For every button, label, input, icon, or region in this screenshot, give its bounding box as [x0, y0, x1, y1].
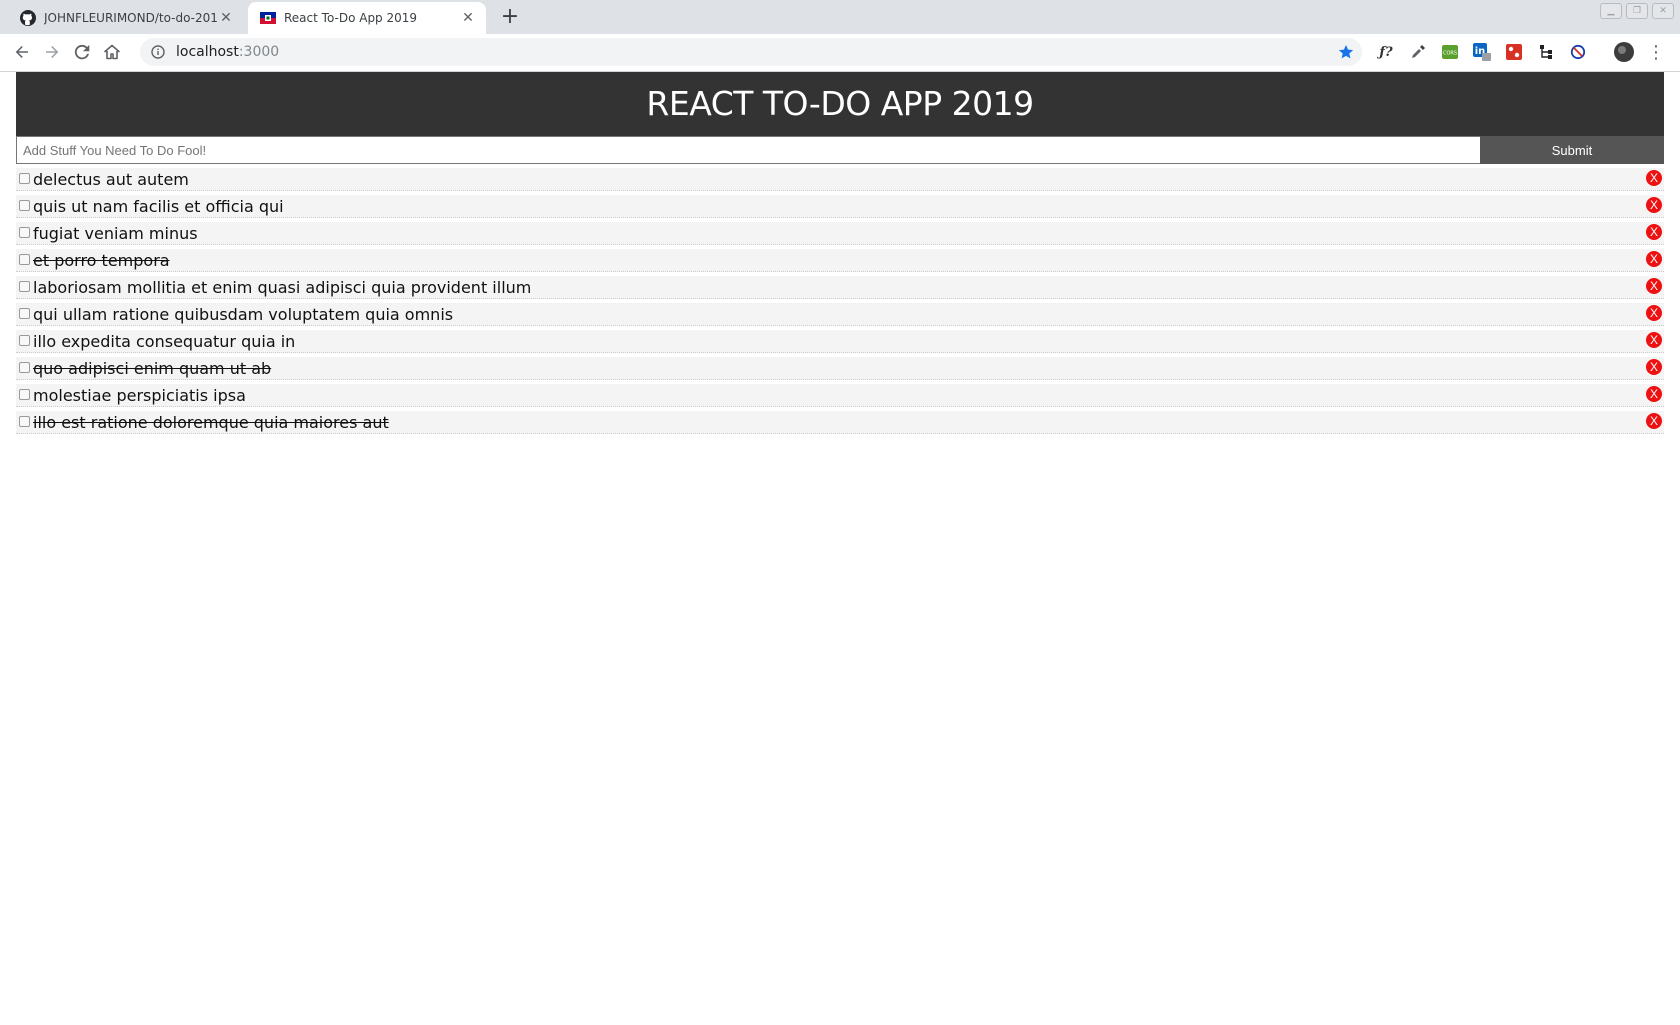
- restore-icon[interactable]: ❐: [1626, 3, 1648, 19]
- haiti-flag-icon: [260, 10, 276, 26]
- todo-checkbox[interactable]: [19, 199, 30, 211]
- todo-item: quis ut nam facilis et officia qui X: [16, 195, 1664, 218]
- close-tab-icon[interactable]: ✕: [460, 10, 476, 26]
- todo-text: et porro tempora: [33, 250, 170, 270]
- todo-item: et porro tempora X: [16, 249, 1664, 272]
- browser-tab-bar: JOHNFLEURIMOND/to-do-2018 ✕ React To-Do …: [0, 0, 1680, 34]
- todo-checkbox[interactable]: [19, 226, 30, 238]
- todo-text: quo adipisci enim quam ut ab: [33, 358, 272, 378]
- page-viewport: REACT TO-DO APP 2019 Submit delectus aut…: [0, 72, 1680, 1025]
- url-host: localhost: [176, 44, 239, 60]
- close-window-icon[interactable]: ✕: [1652, 3, 1674, 19]
- todo-app: REACT TO-DO APP 2019 Submit delectus aut…: [16, 72, 1664, 438]
- close-tab-icon[interactable]: ✕: [218, 10, 234, 26]
- todo-item: quo adipisci enim quam ut ab X: [16, 357, 1664, 380]
- reload-icon[interactable]: [70, 40, 94, 64]
- back-icon[interactable]: [10, 40, 34, 64]
- delete-todo-button[interactable]: X: [1646, 359, 1662, 375]
- todo-item: illo est ratione doloremque quia maiores…: [16, 411, 1664, 434]
- delete-todo-button[interactable]: X: [1646, 413, 1662, 429]
- window-controls: ▁ ❐ ✕: [1600, 3, 1674, 19]
- delete-todo-button[interactable]: X: [1646, 386, 1662, 402]
- fx-icon[interactable]: ƒ?: [1376, 42, 1396, 62]
- forward-icon[interactable]: [40, 40, 64, 64]
- todo-item: laboriosam mollitia et enim quasi adipis…: [16, 276, 1664, 299]
- delete-todo-button[interactable]: X: [1646, 224, 1662, 240]
- todo-text: quis ut nam facilis et officia qui: [33, 196, 284, 216]
- todo-text: molestiae perspiciatis ipsa: [33, 385, 246, 405]
- cors-icon[interactable]: CORS: [1440, 42, 1460, 62]
- browser-menu-icon[interactable]: ⋮: [1646, 42, 1666, 63]
- todo-text: illo expedita consequatur quia in: [33, 331, 296, 351]
- new-tab-button[interactable]: +: [498, 6, 522, 30]
- eyedropper-icon[interactable]: [1408, 42, 1428, 62]
- todo-checkbox[interactable]: [19, 334, 30, 346]
- url-port: :3000: [238, 44, 280, 60]
- delete-todo-button[interactable]: X: [1646, 305, 1662, 321]
- tab-title: JOHNFLEURIMOND/to-do-2018: [44, 11, 218, 25]
- browser-tab-react-todo[interactable]: React To-Do App 2019 ✕: [248, 2, 486, 34]
- puzzle-icon[interactable]: [1504, 42, 1524, 62]
- todo-item: molestiae perspiciatis ipsa X: [16, 384, 1664, 407]
- todo-item: fugiat veniam minus X: [16, 222, 1664, 245]
- url-text: localhost:3000: [176, 44, 279, 60]
- todo-text: laboriosam mollitia et enim quasi adipis…: [33, 277, 532, 297]
- delete-todo-button[interactable]: X: [1646, 251, 1662, 267]
- address-bar[interactable]: localhost:3000: [140, 38, 1362, 66]
- profile-avatar[interactable]: [1614, 42, 1634, 62]
- bookmark-star-icon[interactable]: [1338, 44, 1354, 60]
- add-todo-input[interactable]: [16, 136, 1480, 164]
- add-todo-form: Submit: [16, 136, 1664, 164]
- todo-checkbox[interactable]: [19, 415, 30, 427]
- block-icon[interactable]: [1568, 42, 1588, 62]
- linkedin-icon[interactable]: in: [1472, 42, 1492, 62]
- todo-item: illo expedita consequatur quia in X: [16, 330, 1664, 353]
- home-icon[interactable]: [100, 40, 124, 64]
- delete-todo-button[interactable]: X: [1646, 197, 1662, 213]
- submit-button[interactable]: Submit: [1480, 136, 1664, 164]
- delete-todo-button[interactable]: X: [1646, 332, 1662, 348]
- todo-text: illo est ratione doloremque quia maiores…: [33, 412, 389, 432]
- todo-item: delectus aut autem X: [16, 168, 1664, 191]
- svg-text:CORS: CORS: [1443, 51, 1457, 57]
- todo-text: qui ullam ratione quibusdam voluptatem q…: [33, 304, 454, 324]
- delete-todo-button[interactable]: X: [1646, 278, 1662, 294]
- todo-checkbox[interactable]: [19, 307, 30, 319]
- minimize-icon[interactable]: ▁: [1600, 3, 1622, 19]
- app-title: REACT TO-DO APP 2019: [16, 72, 1664, 136]
- todo-item: qui ullam ratione quibusdam voluptatem q…: [16, 303, 1664, 326]
- todo-checkbox[interactable]: [19, 172, 30, 184]
- todo-list: delectus aut autem Xquis ut nam facilis e…: [16, 168, 1664, 434]
- tree-icon[interactable]: [1536, 42, 1556, 62]
- delete-todo-button[interactable]: X: [1646, 170, 1662, 186]
- browser-tab-github[interactable]: JOHNFLEURIMOND/to-do-2018 ✕: [8, 2, 244, 34]
- todo-checkbox[interactable]: [19, 361, 30, 373]
- todo-checkbox[interactable]: [19, 388, 30, 400]
- todo-checkbox[interactable]: [19, 280, 30, 292]
- tab-title: React To-Do App 2019: [284, 11, 418, 25]
- browser-toolbar: localhost:3000 ƒ? CORS in ⋮: [0, 34, 1680, 72]
- todo-text: delectus aut autem: [33, 169, 189, 189]
- github-icon: [20, 10, 36, 26]
- todo-checkbox[interactable]: [19, 253, 30, 265]
- todo-text: fugiat veniam minus: [33, 223, 198, 243]
- site-info-icon[interactable]: [150, 44, 166, 60]
